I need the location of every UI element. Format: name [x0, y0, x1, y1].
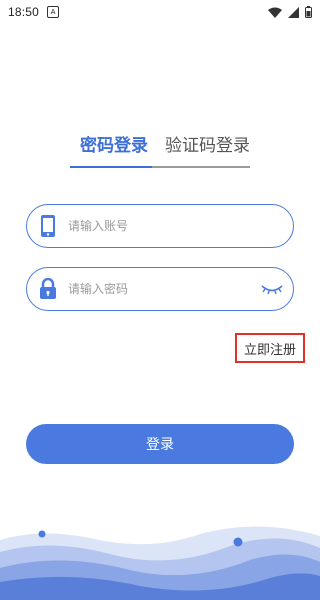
- status-time: 18:50: [8, 5, 40, 19]
- status-bar: 18:50 A: [0, 0, 320, 24]
- tab-active-indicator: [70, 166, 152, 168]
- password-input[interactable]: [66, 273, 261, 305]
- account-field[interactable]: [26, 204, 294, 248]
- login-button[interactable]: 登录: [26, 424, 294, 464]
- signal-icon: [288, 6, 299, 18]
- register-now-link[interactable]: 立即注册: [235, 333, 305, 363]
- eye-closed-icon[interactable]: [261, 282, 283, 296]
- battery-icon: [305, 6, 312, 18]
- app-notification-icon: A: [47, 6, 60, 18]
- wifi-icon: [268, 7, 282, 18]
- phone-icon: [36, 214, 60, 238]
- lock-icon: [36, 277, 60, 301]
- password-field[interactable]: [26, 267, 294, 311]
- account-input[interactable]: [66, 210, 293, 242]
- tab-sms-code-login[interactable]: 验证码登录: [165, 128, 250, 158]
- status-left: 18:50 A: [8, 5, 60, 19]
- status-right: [268, 6, 312, 18]
- tab-password-login[interactable]: 密码登录: [80, 128, 148, 158]
- wave-footer-decoration: [0, 526, 320, 600]
